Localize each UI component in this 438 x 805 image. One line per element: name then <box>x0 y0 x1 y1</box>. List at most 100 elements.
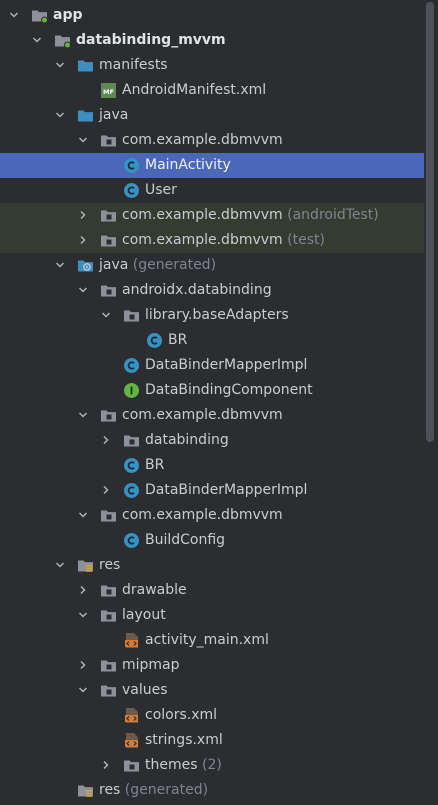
tree-node[interactable]: java <box>0 103 424 128</box>
tree-node-name: values <box>122 682 168 698</box>
class-icon <box>123 457 140 474</box>
tree-node-label: values <box>122 681 168 700</box>
tree-node[interactable]: com.example.dbmvvm (androidTest) <box>0 203 424 228</box>
chevron-down-icon[interactable] <box>32 35 42 45</box>
tree-node-name: mipmap <box>122 657 180 673</box>
tree-node-name: androidx.databinding <box>122 282 272 298</box>
tree-node[interactable]: values <box>0 678 424 703</box>
manifest-file-icon: MF <box>100 82 117 99</box>
tree-node[interactable]: java (generated) <box>0 253 424 278</box>
tree-node[interactable]: themes (2) <box>0 753 424 778</box>
chevron-down-icon[interactable] <box>78 285 88 295</box>
tree-node-name: MainActivity <box>145 157 231 173</box>
tree-node[interactable]: com.example.dbmvvm <box>0 128 424 153</box>
chevron-down-icon[interactable] <box>78 510 88 520</box>
tree-node-label: User <box>145 181 177 200</box>
tree-node-label: com.example.dbmvvm <box>122 406 283 425</box>
tree-node-label: app <box>53 6 83 25</box>
tree-node[interactable]: colors.xml <box>0 703 424 728</box>
tree-node[interactable]: androidx.databinding <box>0 278 424 303</box>
tree-node-name: com.example.dbmvvm <box>122 132 283 148</box>
tree-node[interactable]: BR <box>0 328 424 353</box>
tree-node-label: com.example.dbmvvm <box>122 131 283 150</box>
tree-node[interactable]: DataBindingComponent <box>0 378 424 403</box>
chevron-right-icon[interactable] <box>78 660 88 670</box>
chevron-down-icon[interactable] <box>78 610 88 620</box>
chevron-right-icon[interactable] <box>101 435 111 445</box>
tree-node[interactable]: MF AndroidManifest.xml <box>0 78 424 103</box>
tree-node-label: drawable <box>122 581 187 600</box>
tree-node[interactable]: com.example.dbmvvm <box>0 503 424 528</box>
chevron-right-icon[interactable] <box>78 235 88 245</box>
package-folder-icon <box>100 407 117 424</box>
chevron-down-icon[interactable] <box>78 685 88 695</box>
svg-text:MF: MF <box>103 88 114 96</box>
chevron-down-icon[interactable] <box>78 135 88 145</box>
tree-node[interactable]: DataBinderMapperImpl <box>0 478 424 503</box>
tree-node[interactable]: mipmap <box>0 653 424 678</box>
tree-node[interactable]: User <box>0 178 424 203</box>
tree-node-name: layout <box>122 607 166 623</box>
tree-node[interactable]: BuildConfig <box>0 528 424 553</box>
chevron-right-icon[interactable] <box>101 760 111 770</box>
tree-node[interactable]: manifests <box>0 53 424 78</box>
chevron-down-icon[interactable] <box>55 110 65 120</box>
chevron-down-icon[interactable] <box>55 60 65 70</box>
tree-node-name: BuildConfig <box>145 532 226 548</box>
tree-node-name: app <box>53 7 83 23</box>
tree-node[interactable]: com.example.dbmvvm <box>0 403 424 428</box>
tree-node-label: AndroidManifest.xml <box>122 81 266 100</box>
chevron-down-icon[interactable] <box>9 10 19 20</box>
tree-node-name: DataBinderMapperImpl <box>145 482 308 498</box>
tree-node-suffix: (2) <box>197 757 222 773</box>
class-icon <box>123 182 140 199</box>
chevron-right-icon[interactable] <box>78 210 88 220</box>
tree-node[interactable]: com.example.dbmvvm (test) <box>0 228 424 253</box>
package-folder-icon <box>100 507 117 524</box>
xml-file-icon <box>123 632 140 649</box>
tree-node[interactable]: activity_main.xml <box>0 628 424 653</box>
source-folder-icon <box>77 107 94 124</box>
tree-node-label: BuildConfig <box>145 531 225 550</box>
package-folder-icon <box>123 307 140 324</box>
tree-node-label: databinding_mvvm <box>76 31 226 50</box>
tree-node-label: layout <box>122 606 166 625</box>
class-icon <box>123 482 140 499</box>
tree-node-label: com.example.dbmvvm (test) <box>122 231 325 250</box>
tree-node[interactable]: databinding_mvvm <box>0 28 424 53</box>
tree-node[interactable]: strings.xml <box>0 728 424 753</box>
chevron-right-icon[interactable] <box>101 485 111 495</box>
vertical-scrollbar[interactable] <box>424 0 436 805</box>
module-folder-icon <box>31 7 48 24</box>
tree-node-suffix: (generated) <box>128 257 217 273</box>
tree-node-label: DataBinderMapperImpl <box>145 356 307 375</box>
tree-node-suffix: (generated) <box>120 782 209 798</box>
chevron-down-icon[interactable] <box>101 310 111 320</box>
source-folder-icon <box>77 57 94 74</box>
chevron-down-icon[interactable] <box>55 560 65 570</box>
tree-node[interactable]: databinding <box>0 428 424 453</box>
tree-node[interactable]: BR <box>0 453 424 478</box>
project-tree: app databinding_mvvm manifests MF AndroidMan… <box>0 0 438 805</box>
tree-node[interactable]: MainActivity <box>0 153 424 178</box>
tree-node[interactable]: res <box>0 553 424 578</box>
tree-node-label: java (generated) <box>99 256 216 275</box>
tree-node[interactable]: app <box>0 3 424 28</box>
chevron-down-icon[interactable] <box>78 410 88 420</box>
tree-node[interactable]: res (generated) <box>0 778 424 803</box>
resource-folder-icon <box>77 557 94 574</box>
chevron-down-icon[interactable] <box>55 260 65 270</box>
tree-node[interactable]: drawable <box>0 578 424 603</box>
tree-node[interactable]: layout <box>0 603 424 628</box>
tree-node-label: activity_main.xml <box>145 631 269 650</box>
tree-node-name: com.example.dbmvvm <box>122 232 283 248</box>
scrollbar-thumb[interactable] <box>426 2 434 442</box>
tree-node[interactable]: DataBinderMapperImpl <box>0 353 424 378</box>
tree-node-suffix: (test) <box>282 232 325 248</box>
tree-node[interactable]: library.baseAdapters <box>0 303 424 328</box>
tree-node-name: manifests <box>99 57 168 73</box>
tree-node-label: BR <box>168 331 187 350</box>
tree-node-label: manifests <box>99 56 168 75</box>
module-folder-icon <box>54 32 71 49</box>
chevron-right-icon[interactable] <box>78 585 88 595</box>
